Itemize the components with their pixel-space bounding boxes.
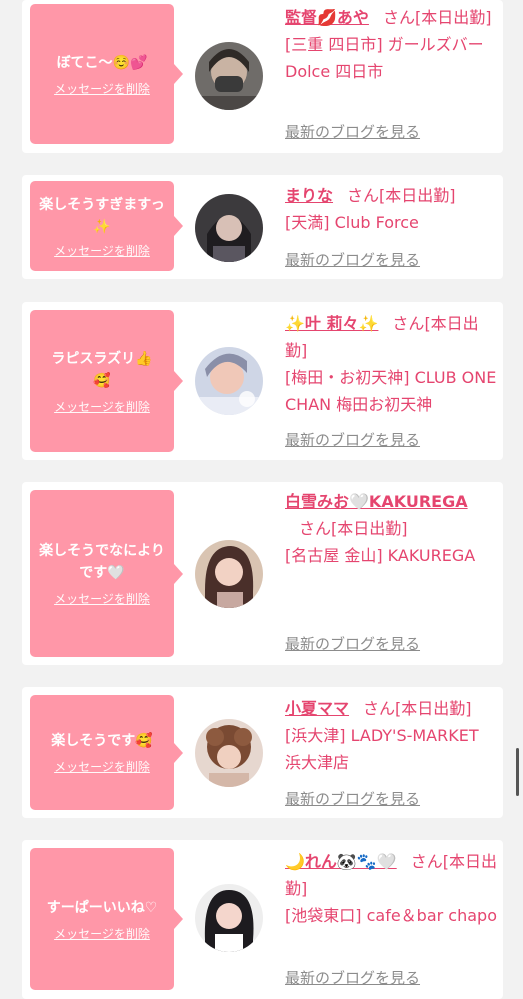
message-bubble: 楽しそうです🥰 メッセージを削除: [30, 695, 183, 810]
honorific: さん: [299, 519, 332, 538]
honorific: さん: [347, 186, 380, 205]
message-card: 楽しそうでなによりです🤍 メッセージを削除 白雪みお🤍KAKUREGA さん[本日…: [22, 482, 503, 665]
latest-blog-link[interactable]: 最新のブログを見る: [285, 633, 420, 654]
latest-blog-link[interactable]: 最新のブログを見る: [285, 967, 420, 988]
area: [天満]: [285, 213, 330, 232]
area: [名古屋 金山]: [285, 546, 383, 565]
message-text: すーぱーいいね♡: [46, 899, 158, 916]
avatar[interactable]: [195, 42, 263, 110]
latest-blog-link[interactable]: 最新のブログを見る: [285, 788, 420, 809]
honorific: さん: [392, 314, 425, 333]
delete-message-link[interactable]: メッセージを削除: [54, 242, 150, 259]
avatar[interactable]: [195, 540, 263, 608]
profile-info: 小夏ママ さん[本日出勤] [浜大津] LADY'S-MARKET 浜大津店: [285, 695, 497, 776]
delete-message-link[interactable]: メッセージを削除: [54, 758, 150, 775]
honorific: さん: [382, 8, 415, 27]
honorific: さん: [410, 852, 443, 871]
area: [池袋東口]: [285, 906, 362, 925]
profile-info: 白雪みお🤍KAKUREGA さん[本日出勤] [名古屋 金山] KAKUREGA: [285, 488, 497, 569]
area: [浜大津]: [285, 726, 346, 745]
girl-name-link[interactable]: 監督💋あや: [285, 8, 369, 27]
avatar[interactable]: [195, 719, 263, 787]
avatar[interactable]: [195, 194, 263, 262]
delete-message-link[interactable]: メッセージを削除: [54, 925, 150, 942]
girl-name-link[interactable]: ✨叶 莉々✨: [285, 314, 378, 333]
shop-name: KAKUREGA: [387, 546, 476, 565]
area: [梅田・お初天神]: [285, 368, 410, 387]
status: [本日出勤]: [379, 186, 456, 205]
message-bubble: 楽しそうすぎますっ✨ メッセージを削除: [30, 181, 183, 271]
message-card: ラピスラズリ👍🥰 メッセージを削除 ✨叶 莉々✨ さん[本日出勤] [梅田・お初天…: [22, 302, 503, 460]
delete-message-link[interactable]: メッセージを削除: [54, 398, 150, 415]
latest-blog-link[interactable]: 最新のブログを見る: [285, 429, 420, 450]
profile-info: 監督💋あや さん[本日出勤] [三重 四日市] ガールズバー Dolce 四日市: [285, 4, 497, 85]
girl-name-link[interactable]: まりな: [285, 186, 333, 205]
girl-name-link[interactable]: 🌙れん🐼🐾🤍: [285, 852, 397, 871]
message-text: 楽しそうです🥰: [51, 733, 153, 749]
shop-name: cafe＆bar chapo: [366, 906, 497, 925]
message-text: ぼてこ〜☺️💕: [56, 54, 148, 71]
status: [本日出勤]: [414, 8, 492, 27]
message-bubble: ぼてこ〜☺️💕 メッセージを削除: [30, 4, 183, 144]
shop-name: Club Force: [334, 213, 419, 232]
latest-blog-link[interactable]: 最新のブログを見る: [285, 249, 420, 270]
latest-blog-link[interactable]: 最新のブログを見る: [285, 121, 420, 142]
area: [三重 四日市]: [285, 35, 383, 54]
message-bubble: 楽しそうでなによりです🤍 メッセージを削除: [30, 490, 183, 657]
status: [本日出勤]: [395, 699, 472, 718]
delete-message-link[interactable]: メッセージを削除: [54, 590, 150, 607]
message-text: 楽しそうでなによりです🤍: [39, 543, 165, 581]
scrollbar[interactable]: [516, 748, 519, 796]
message-bubble: すーぱーいいね♡ メッセージを削除: [30, 848, 183, 990]
girl-name-link[interactable]: 白雪みお🤍KAKUREGA: [285, 492, 468, 511]
message-card: 楽しそうすぎますっ✨ メッセージを削除 まりな さん[本日出勤] [天満] Clu…: [22, 175, 503, 279]
message-card: ぼてこ〜☺️💕 メッセージを削除 監督💋あや さん[本日出勤] [三重 四日市] …: [22, 0, 503, 153]
girl-name-link[interactable]: 小夏ママ: [285, 699, 349, 718]
status: [本日出勤]: [331, 519, 408, 538]
profile-info: まりな さん[本日出勤] [天満] Club Force: [285, 182, 497, 236]
avatar[interactable]: [195, 347, 263, 415]
delete-message-link[interactable]: メッセージを削除: [54, 80, 150, 97]
profile-info: 🌙れん🐼🐾🤍 さん[本日出勤] [池袋東口] cafe＆bar chapo: [285, 848, 497, 929]
message-text: 楽しそうすぎますっ✨: [39, 196, 165, 235]
message-card: すーぱーいいね♡ メッセージを削除 🌙れん🐼🐾🤍 さん[本日出勤] [池袋東口] …: [22, 840, 503, 999]
avatar[interactable]: [195, 884, 263, 952]
message-card: 楽しそうです🥰 メッセージを削除 小夏ママ さん[本日出勤] [浜大津] LADY…: [22, 687, 503, 818]
message-bubble: ラピスラズリ👍🥰 メッセージを削除: [30, 310, 183, 452]
honorific: さん: [363, 699, 396, 718]
profile-info: ✨叶 莉々✨ さん[本日出勤] [梅田・お初天神] CLUB ONE CHAN 梅…: [285, 310, 497, 418]
message-text: ラピスラズリ👍🥰: [51, 350, 153, 389]
